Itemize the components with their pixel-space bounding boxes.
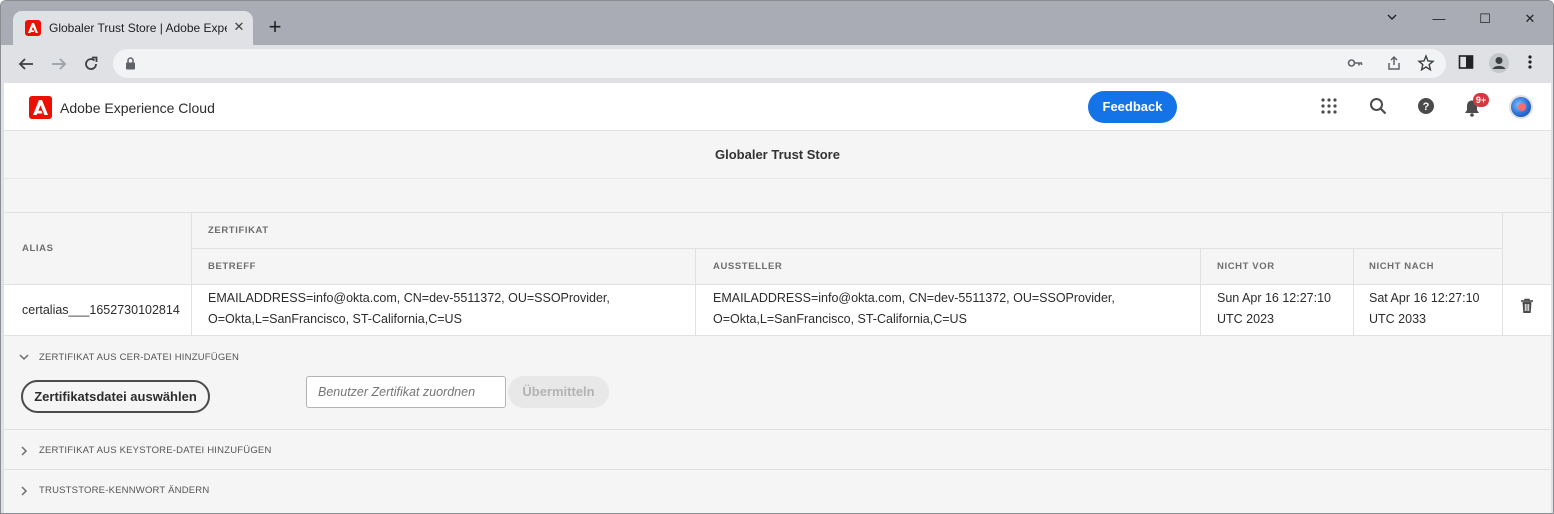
divider: [1502, 285, 1503, 335]
address-bar[interactable]: [113, 49, 1446, 78]
lock-icon[interactable]: [125, 57, 136, 75]
divider: [4, 212, 1551, 213]
maximize-button[interactable]: ☐: [1475, 9, 1495, 29]
new-tab-button[interactable]: +: [263, 16, 287, 40]
chevron-down-icon[interactable]: [18, 350, 30, 362]
accordion-password[interactable]: TRUSTSTORE-KENNWORT ÄNDERN: [4, 469, 1551, 513]
minimize-button[interactable]: —: [1429, 9, 1449, 29]
trash-icon[interactable]: [1520, 298, 1536, 316]
column-header-aussteller[interactable]: AUSSTELLER: [713, 261, 782, 272]
accordion-cer: ZERTIFIKAT AUS CER-DATEI HINZUFÜGEN: [4, 335, 1551, 429]
close-tab-icon[interactable]: ✕: [231, 19, 247, 35]
cell-betreff-line1: EMAILADDRESS=info@okta.com, CN=dev-55113…: [208, 291, 610, 305]
cell-alias: certalias___1652730102814: [22, 303, 180, 317]
back-arrow-icon[interactable]: [13, 51, 39, 77]
cell-aussteller-line2: O=Okta,L=SanFrancisco, ST-California,C=U…: [713, 312, 967, 326]
browser-tab[interactable]: Globaler Trust Store | Adobe Experience …: [13, 11, 253, 46]
accordion-cer-label[interactable]: ZERTIFIKAT AUS CER-DATEI HINZUFÜGEN: [39, 352, 239, 363]
profile-icon[interactable]: [1488, 52, 1509, 73]
avatar[interactable]: [1509, 95, 1533, 119]
app-header: Adobe Experience Cloud Feedback ? 9+: [4, 83, 1551, 131]
brand-name[interactable]: Adobe Experience Cloud: [60, 100, 215, 116]
divider: [1353, 285, 1354, 335]
cell-nicht-vor-line2: UTC 2023: [1217, 312, 1274, 326]
divider: [191, 285, 192, 335]
app-content: Adobe Experience Cloud Feedback ? 9+ Glo…: [4, 83, 1551, 513]
column-header-betreff[interactable]: BETREFF: [208, 261, 256, 272]
cell-nicht-nach-line1: Sat Apr 16 12:27:10: [1369, 291, 1480, 305]
kebab-menu-icon[interactable]: [1527, 54, 1547, 74]
user-certificate-input[interactable]: [306, 376, 506, 408]
column-header-nicht-nach[interactable]: NICHT NACH: [1369, 261, 1434, 272]
select-certificate-file-button[interactable]: Zertifikatsdatei auswählen: [21, 380, 210, 413]
cell-aussteller-line1: EMAILADDRESS=info@okta.com, CN=dev-55113…: [713, 291, 1115, 305]
chevron-right-icon[interactable]: [18, 444, 30, 456]
forward-arrow-icon[interactable]: [46, 51, 72, 77]
accordion-keystore[interactable]: ZERTIFIKAT AUS KEYSTORE-DATEI HINZUFÜGEN: [4, 429, 1551, 469]
cell-nicht-nach-line2: UTC 2033: [1369, 312, 1426, 326]
adobe-logo-icon: [25, 20, 41, 36]
browser-window: Globaler Trust Store | Adobe Experience …: [0, 0, 1554, 514]
accordion-keystore-label[interactable]: ZERTIFIKAT AUS KEYSTORE-DATEI HINZUFÜGEN: [39, 445, 272, 456]
page-title: Globaler Trust Store: [4, 131, 1551, 179]
apps-grid-icon[interactable]: [1320, 97, 1340, 117]
divider: [695, 285, 696, 335]
key-icon[interactable]: [1346, 54, 1366, 74]
column-header-nicht-vor[interactable]: NICHT VOR: [1217, 261, 1275, 272]
tab-search-icon[interactable]: [1382, 9, 1402, 29]
browser-toolbar: [1, 45, 1553, 83]
star-icon[interactable]: [1417, 54, 1437, 74]
column-header-zertifikat: ZERTIFIKAT: [208, 225, 269, 236]
tab-strip: Globaler Trust Store | Adobe Experience …: [1, 1, 1553, 46]
chevron-right-icon[interactable]: [18, 484, 30, 496]
column-header-alias[interactable]: ALIAS: [22, 243, 54, 254]
sidepanel-icon[interactable]: [1458, 54, 1478, 74]
feedback-button[interactable]: Feedback: [1088, 91, 1177, 123]
help-icon[interactable]: ?: [1417, 97, 1437, 117]
cell-nicht-vor-line1: Sun Apr 16 12:27:10: [1217, 291, 1331, 305]
adobe-logo-icon[interactable]: [29, 96, 52, 119]
close-window-button[interactable]: ✕: [1520, 9, 1540, 29]
cell-betreff-line2: O=Okta,L=SanFrancisco, ST-California,C=U…: [208, 312, 462, 326]
search-icon[interactable]: [1369, 97, 1389, 117]
tab-title: Globaler Trust Store | Adobe Experience …: [49, 21, 227, 35]
reload-icon[interactable]: [78, 51, 104, 77]
svg-text:?: ?: [1423, 101, 1430, 113]
submit-button[interactable]: Übermitteln: [508, 376, 609, 408]
notification-badge: 9+: [1473, 93, 1489, 107]
divider: [191, 248, 1502, 249]
accordion-password-label[interactable]: TRUSTSTORE-KENNWORT ÄNDERN: [39, 485, 209, 496]
divider: [1200, 285, 1201, 335]
share-icon[interactable]: [1385, 54, 1405, 74]
